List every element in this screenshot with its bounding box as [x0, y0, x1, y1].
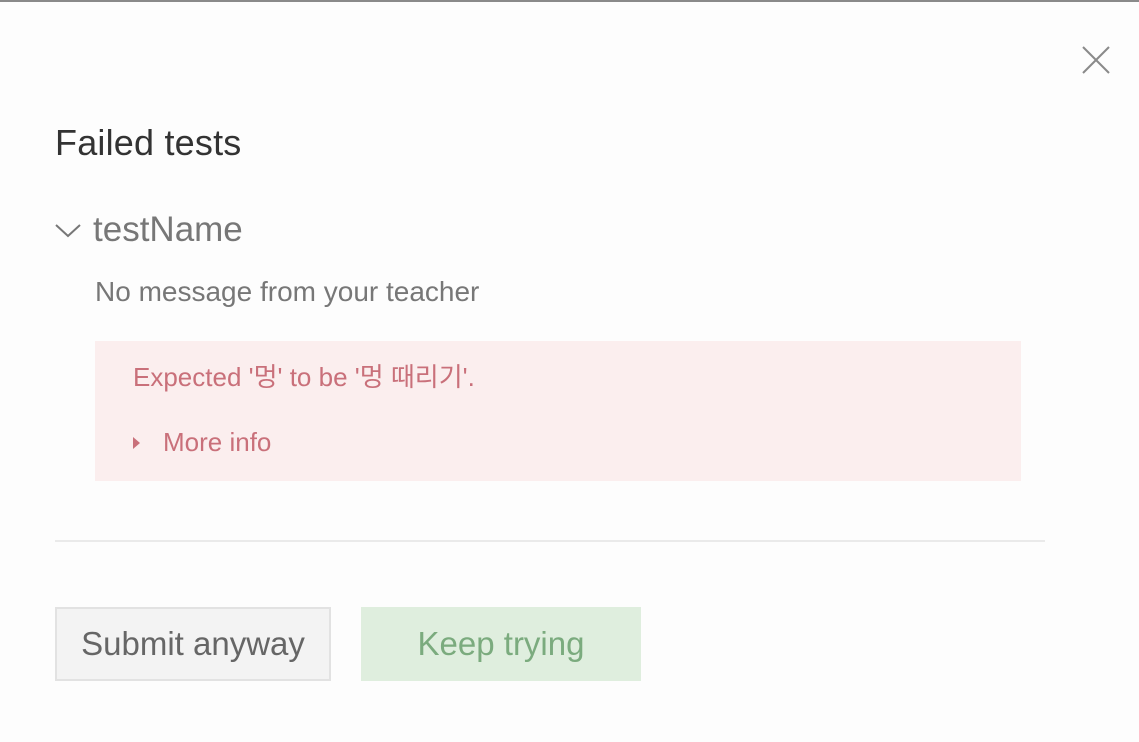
- error-message: Expected '멍' to be '멍 때리기'.: [133, 362, 475, 392]
- failed-tests-dialog: Failed tests testName No message from yo…: [0, 2, 1139, 742]
- chevron-down-icon: [53, 215, 83, 245]
- submit-anyway-button[interactable]: Submit anyway: [55, 607, 331, 681]
- close-button[interactable]: [1076, 42, 1116, 82]
- more-info-label: More info: [163, 427, 272, 457]
- keep-trying-button[interactable]: Keep trying: [361, 607, 641, 681]
- close-icon: [1081, 45, 1111, 80]
- more-info-toggle[interactable]: More info: [131, 427, 271, 458]
- error-panel: Expected '멍' to be '멍 때리기'. More info: [95, 341, 1021, 481]
- teacher-message: No message from your teacher: [95, 276, 480, 307]
- test-name: testName: [93, 210, 243, 249]
- divider: [55, 540, 1045, 542]
- test-toggle[interactable]: testName: [53, 206, 243, 254]
- dialog-title: Failed tests: [55, 122, 242, 163]
- caret-right-icon: [131, 433, 145, 453]
